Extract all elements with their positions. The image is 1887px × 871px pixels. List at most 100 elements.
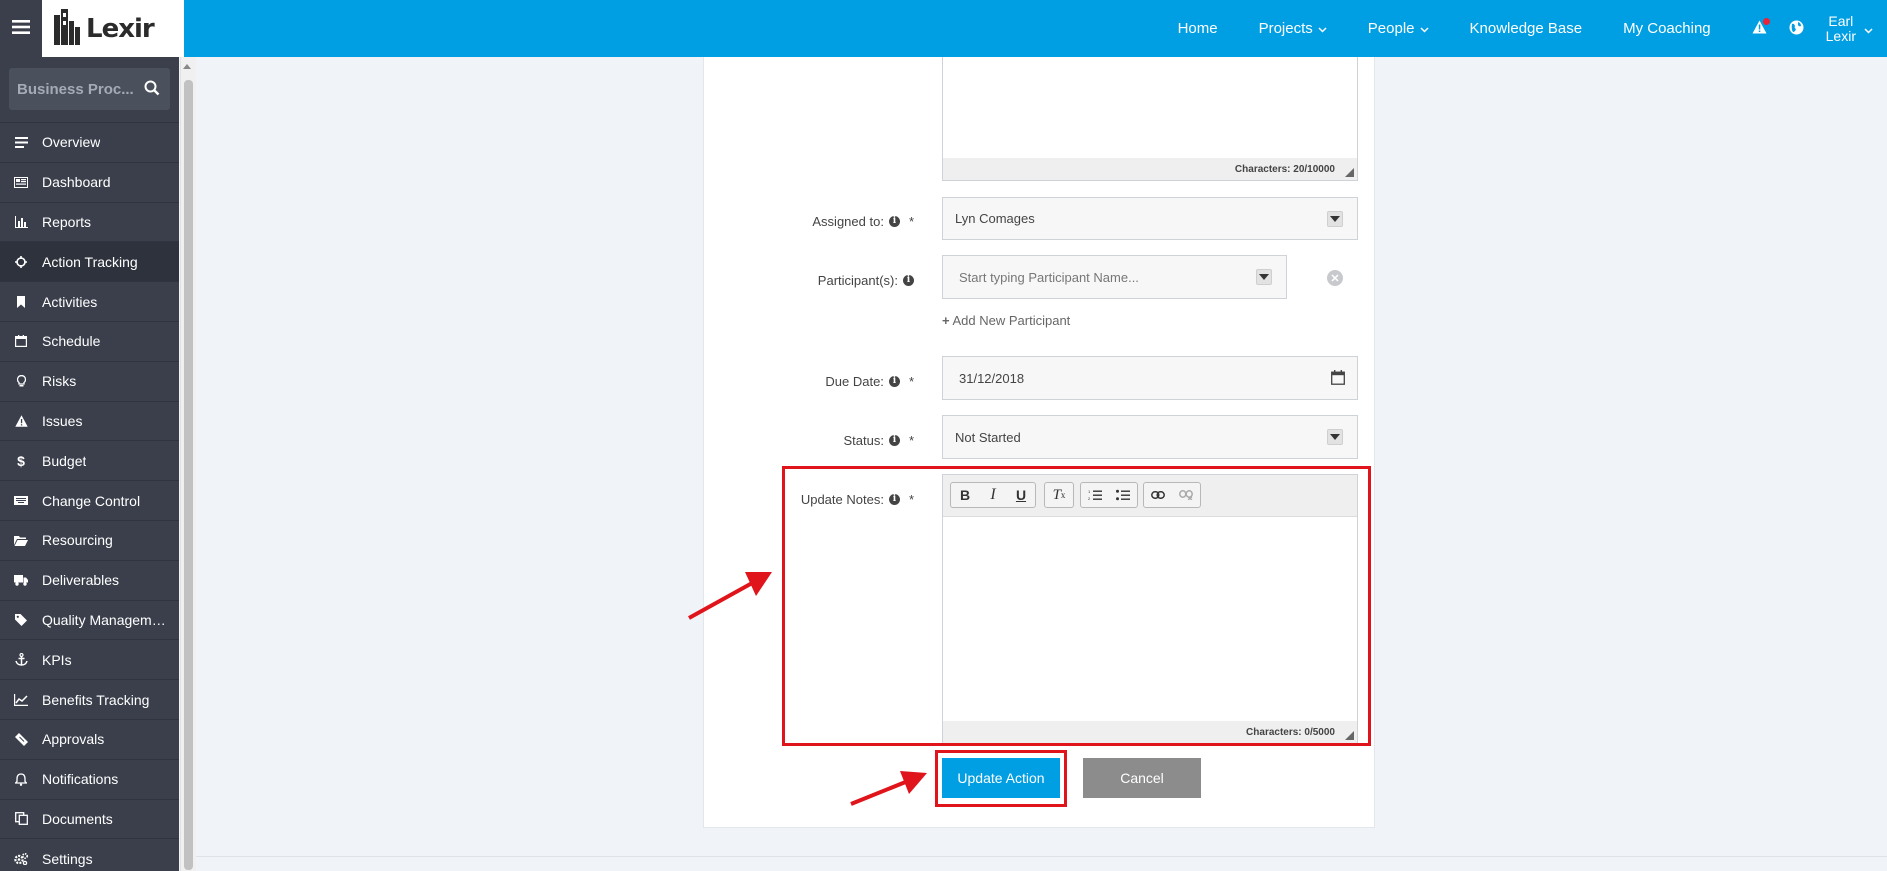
chevron-down-icon bbox=[1864, 21, 1873, 37]
notes-character-count-text: Characters: 0/5000 bbox=[1246, 726, 1335, 738]
nav-home[interactable]: Home bbox=[1178, 20, 1218, 37]
sidebar-item-schedule[interactable]: Schedule bbox=[0, 320, 179, 361]
notifications-button[interactable] bbox=[1752, 18, 1770, 37]
sidebar-item-label: Documents bbox=[42, 810, 113, 827]
sidebar-item-issues[interactable]: Issues bbox=[0, 400, 179, 441]
sidebar-item-documents[interactable]: Documents bbox=[0, 798, 179, 839]
status-value: Not Started bbox=[955, 429, 1021, 445]
unlink-icon[interactable] bbox=[1172, 483, 1200, 507]
underline-icon[interactable]: U bbox=[1007, 483, 1035, 507]
nav-knowledge-base[interactable]: Knowledge Base bbox=[1470, 20, 1583, 37]
list-icon bbox=[0, 136, 42, 148]
nav-projects[interactable]: Projects bbox=[1259, 20, 1327, 37]
add-new-participant-link[interactable]: + Add New Participant bbox=[942, 313, 1070, 328]
participants-select[interactable]: Start typing Participant Name... bbox=[942, 255, 1287, 299]
svg-text:1: 1 bbox=[1088, 489, 1091, 494]
app-logo[interactable]: Lexir bbox=[42, 0, 184, 57]
sidebar-item-deliverables[interactable]: Deliverables bbox=[0, 559, 179, 600]
editor-toolbar: B I U Tx 12 bbox=[943, 475, 1357, 517]
line-chart-icon bbox=[0, 693, 42, 706]
bar-chart-icon bbox=[0, 215, 42, 228]
clear-format-group: Tx bbox=[1044, 482, 1074, 508]
participants-label: Participant(s): i bbox=[760, 270, 914, 290]
sidebar-item-budget[interactable]: $ Budget bbox=[0, 440, 179, 480]
add-new-participant-text: Add New Participant bbox=[952, 313, 1071, 328]
plus-icon: + bbox=[942, 313, 950, 328]
svg-text:2: 2 bbox=[1088, 496, 1091, 501]
copy-icon bbox=[0, 812, 42, 826]
sidebar-item-risks[interactable]: Risks bbox=[0, 360, 179, 401]
caret-down-icon bbox=[1327, 210, 1343, 227]
bulleted-list-icon[interactable] bbox=[1109, 483, 1137, 507]
remove-format-icon[interactable]: Tx bbox=[1045, 483, 1073, 507]
sidebar-item-resourcing[interactable]: Resourcing bbox=[0, 519, 179, 560]
cancel-button[interactable]: Cancel bbox=[1083, 758, 1201, 798]
nav-people[interactable]: People bbox=[1368, 20, 1429, 37]
sidebar-item-quality-management[interactable]: Quality Manageme... bbox=[0, 599, 179, 640]
sidebar-item-action-tracking[interactable]: Action Tracking bbox=[0, 241, 179, 282]
language-button[interactable] bbox=[1789, 20, 1804, 38]
update-notes-label-text: Update Notes: bbox=[800, 491, 884, 507]
lightbulb-icon bbox=[0, 375, 42, 387]
info-icon[interactable]: i bbox=[888, 215, 900, 227]
buildings-logo-icon bbox=[52, 7, 82, 50]
sidebar-item-notifications[interactable]: Notifications bbox=[0, 758, 179, 799]
sidebar-scrollbar-thumb[interactable] bbox=[184, 80, 193, 870]
notification-dot bbox=[1762, 18, 1770, 25]
sidebar-item-settings[interactable]: Settings bbox=[0, 838, 179, 871]
update-notes-label: Update Notes: i * bbox=[760, 489, 914, 509]
clear-participants-icon[interactable]: ✕ bbox=[1327, 270, 1343, 286]
required-marker: * bbox=[908, 213, 914, 229]
sidebar-item-kpis[interactable]: KPIs bbox=[0, 639, 179, 679]
search-icon[interactable] bbox=[144, 80, 160, 99]
truck-icon bbox=[0, 574, 42, 586]
sidebar-item-label: Benefits Tracking bbox=[42, 691, 150, 708]
italic-icon[interactable]: I bbox=[979, 483, 1007, 507]
status-select[interactable]: Not Started bbox=[942, 415, 1358, 459]
sidebar-item-label: Notifications bbox=[42, 771, 119, 788]
top-navigation-bar: Lexir Home Projects People Knowledge Bas… bbox=[0, 0, 1887, 57]
user-menu[interactable]: Earl Lexir bbox=[1825, 13, 1873, 44]
scroll-up-arrow-icon[interactable] bbox=[183, 64, 191, 69]
sidebar-item-overview[interactable]: Overview bbox=[0, 122, 179, 162]
assigned-to-select[interactable]: Lyn Comages bbox=[942, 197, 1358, 240]
project-search bbox=[9, 68, 170, 110]
sidebar-item-label: Overview bbox=[42, 134, 101, 151]
logo-text: Lexir bbox=[86, 13, 155, 44]
keyboard-icon bbox=[0, 496, 42, 506]
info-icon[interactable]: i bbox=[888, 493, 900, 505]
sidebar-item-activities[interactable]: Activities bbox=[0, 281, 179, 321]
nav-people-label: People bbox=[1367, 20, 1415, 37]
bold-icon[interactable]: B bbox=[951, 483, 979, 507]
sidebar-item-reports[interactable]: Reports bbox=[0, 201, 179, 242]
resize-handle-icon[interactable] bbox=[1345, 168, 1354, 177]
update-notes-editor[interactable]: B I U Tx 12 Characters: 0/5000 bbox=[942, 474, 1358, 744]
crosshair-icon bbox=[0, 255, 42, 268]
chevron-down-icon bbox=[1318, 20, 1327, 37]
info-icon[interactable]: i bbox=[903, 274, 914, 286]
sidebar-item-dashboard[interactable]: Dashboard bbox=[0, 161, 179, 202]
main-nav: Home Projects People Knowledge Base My C… bbox=[1178, 0, 1887, 57]
description-textarea[interactable]: Characters: 20/10000 bbox=[942, 57, 1358, 181]
sidebar-item-approvals[interactable]: Approvals bbox=[0, 718, 179, 759]
update-action-button[interactable]: Update Action bbox=[942, 758, 1060, 798]
hamburger-menu-button[interactable] bbox=[0, 0, 42, 57]
sidebar-item-benefits-tracking[interactable]: Benefits Tracking bbox=[0, 679, 179, 719]
user-last-name: Lexir bbox=[1825, 27, 1856, 44]
info-icon[interactable]: i bbox=[888, 434, 900, 446]
project-search-input[interactable] bbox=[17, 80, 139, 98]
sidebar-item-label: Approvals bbox=[42, 731, 105, 748]
folder-open-icon bbox=[0, 535, 42, 546]
bookmark-icon bbox=[0, 295, 42, 308]
calendar-icon[interactable] bbox=[1331, 370, 1345, 388]
numbered-list-icon[interactable]: 12 bbox=[1081, 483, 1109, 507]
ticket-icon bbox=[0, 732, 42, 746]
resize-handle-icon[interactable] bbox=[1345, 731, 1354, 740]
link-icon[interactable] bbox=[1144, 483, 1172, 507]
info-icon[interactable]: i bbox=[888, 375, 900, 387]
sidebar-item-change-control[interactable]: Change Control bbox=[0, 480, 179, 520]
bell-icon bbox=[0, 772, 42, 786]
user-name: Earl Lexir bbox=[1825, 13, 1856, 44]
nav-my-coaching[interactable]: My Coaching bbox=[1623, 20, 1711, 37]
due-date-input[interactable]: 31/12/2018 bbox=[942, 356, 1358, 400]
